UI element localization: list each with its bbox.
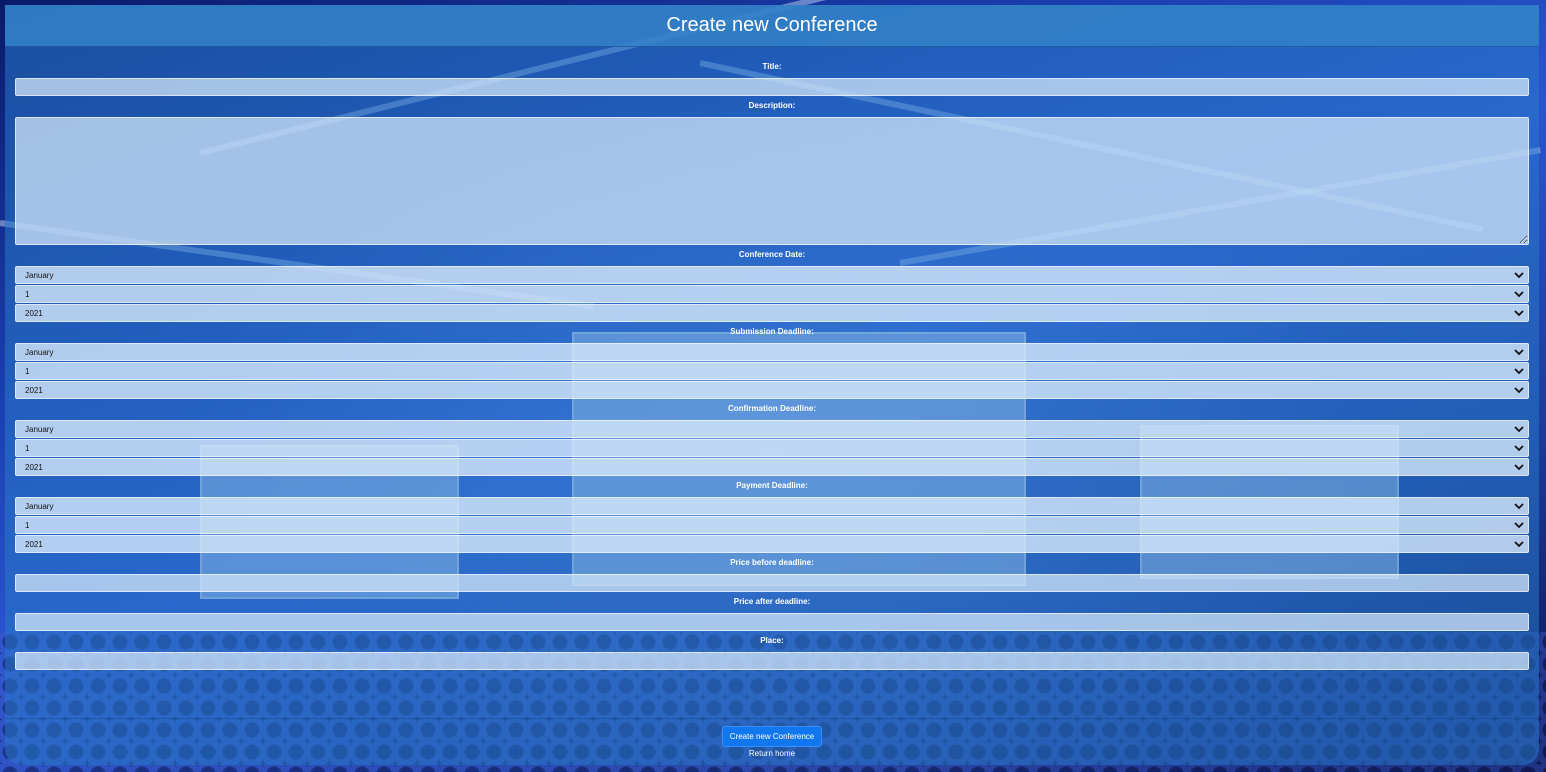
chevron-down-icon <box>1514 541 1524 548</box>
select-value: 1 <box>25 366 30 376</box>
chevron-down-icon <box>1514 426 1524 433</box>
payment-deadline-day-select[interactable]: 1 <box>15 516 1529 534</box>
description-label: Description: <box>748 101 796 110</box>
submission-deadline-month-select[interactable]: January <box>15 343 1529 361</box>
select-value: 1 <box>25 443 30 453</box>
payment-deadline-year-select[interactable]: 2021 <box>15 535 1529 553</box>
price-before-input[interactable] <box>15 574 1529 592</box>
chevron-down-icon <box>1514 522 1524 529</box>
submission-deadline-day-select[interactable]: 1 <box>15 362 1529 380</box>
select-value: 2021 <box>25 539 43 549</box>
panel-header: Create new Conference <box>5 5 1539 47</box>
chevron-down-icon <box>1514 368 1524 375</box>
chevron-down-icon <box>1514 291 1524 298</box>
confirmation-deadline-day-select[interactable]: 1 <box>15 439 1529 457</box>
price-before-label: Price before deadline: <box>730 558 814 567</box>
confirmation-deadline-label: Confirmation Deadline: <box>727 404 816 413</box>
title-label: Title: <box>762 62 782 71</box>
confirmation-deadline-month-select[interactable]: January <box>15 420 1529 438</box>
conference-date-label: Conference Date: <box>738 250 806 259</box>
form-footer: Create new Conference Return home <box>5 718 1539 758</box>
chevron-down-icon <box>1514 445 1524 452</box>
chevron-down-icon <box>1514 464 1524 471</box>
submission-deadline-label: Submission Deadline: <box>730 327 814 336</box>
chevron-down-icon <box>1514 349 1524 356</box>
price-after-input[interactable] <box>15 613 1529 631</box>
page-title: Create new Conference <box>666 14 878 36</box>
title-input[interactable] <box>15 78 1529 96</box>
submission-deadline-year-select[interactable]: 2021 <box>15 381 1529 399</box>
conference-date-group: January 1 2021 <box>15 266 1529 322</box>
conference-form: Title: Description: Conference Date: Jan… <box>5 47 1539 670</box>
confirmation-deadline-year-select[interactable]: 2021 <box>15 458 1529 476</box>
select-value: January <box>25 501 54 511</box>
submission-deadline-group: January 1 2021 <box>15 343 1529 399</box>
place-label: Place: <box>760 636 784 645</box>
conference-date-year-select[interactable]: 2021 <box>15 304 1529 322</box>
return-home-link[interactable]: Return home <box>5 749 1539 758</box>
confirmation-deadline-group: January 1 2021 <box>15 420 1529 476</box>
select-value: 1 <box>25 520 30 530</box>
conference-date-month-select[interactable]: January <box>15 266 1529 284</box>
select-value: 1 <box>25 289 30 299</box>
payment-deadline-label: Payment Deadline: <box>736 481 808 490</box>
place-input[interactable] <box>15 652 1529 670</box>
select-value: 2021 <box>25 462 43 472</box>
select-value: January <box>25 347 54 357</box>
chevron-down-icon <box>1514 272 1524 279</box>
description-textarea[interactable] <box>15 117 1529 245</box>
create-conference-button[interactable]: Create new Conference <box>721 726 823 747</box>
select-value: January <box>25 424 54 434</box>
chevron-down-icon <box>1514 503 1524 510</box>
select-value: 2021 <box>25 308 43 318</box>
payment-deadline-group: January 1 2021 <box>15 497 1529 553</box>
payment-deadline-month-select[interactable]: January <box>15 497 1529 515</box>
conference-date-day-select[interactable]: 1 <box>15 285 1529 303</box>
select-value: 2021 <box>25 385 43 395</box>
price-after-label: Price after deadline: <box>733 597 811 606</box>
create-conference-panel: Create new Conference Title: Description… <box>5 5 1539 765</box>
chevron-down-icon <box>1514 310 1524 317</box>
chevron-down-icon <box>1514 387 1524 394</box>
select-value: January <box>25 270 54 280</box>
